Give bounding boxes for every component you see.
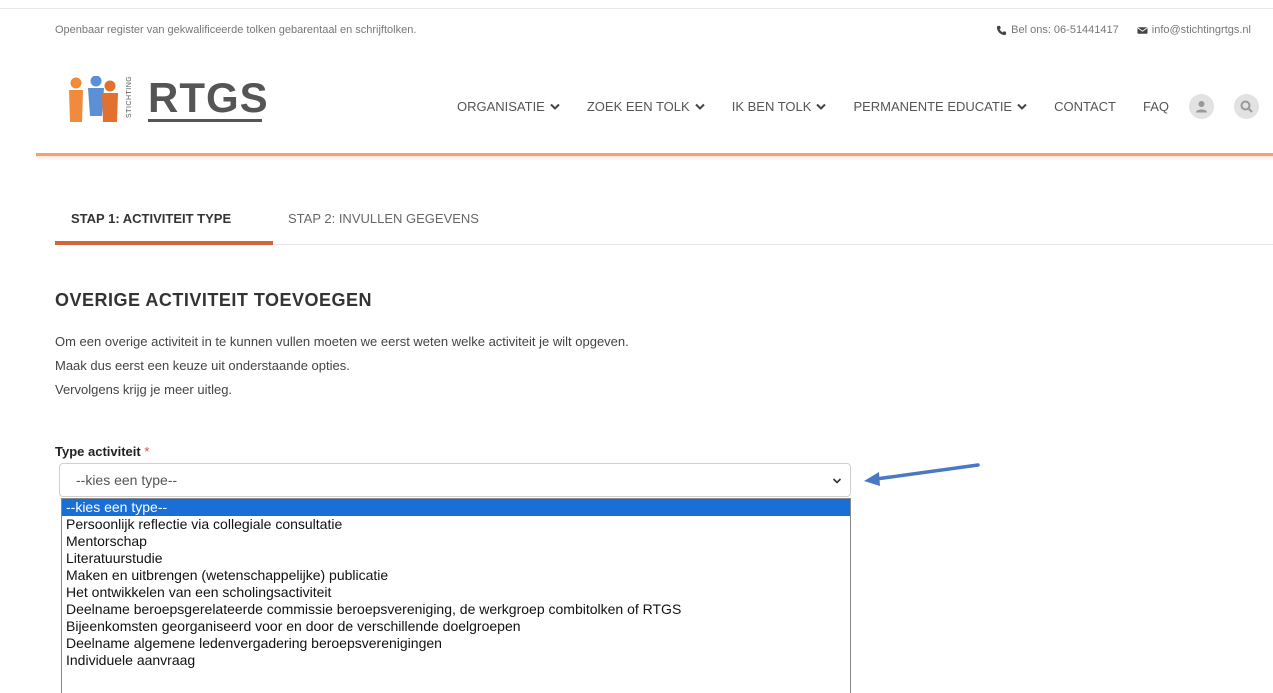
envelope-icon <box>1137 26 1148 34</box>
select-value: --kies een type-- <box>76 472 178 488</box>
nav-item-faq[interactable]: FAQ <box>1143 99 1169 114</box>
type-activiteit-options: --kies een type-- Persoonlijk reflectie … <box>61 498 851 693</box>
required-marker: * <box>144 444 150 459</box>
nav-item-permanente-educatie[interactable]: PERMANENTE EDUCATIE <box>853 99 1027 114</box>
chevron-down-icon <box>550 103 560 110</box>
step-tabs: STAP 1: ACTIVITEIT TYPE STAP 2: INVULLEN… <box>55 210 1273 245</box>
tab-stap-2[interactable]: STAP 2: INVULLEN GEGEVENS <box>288 210 479 228</box>
chevron-down-icon <box>694 103 705 110</box>
option-item[interactable]: Deelname algemene ledenvergadering beroe… <box>62 635 850 652</box>
chevron-down-icon <box>1017 103 1027 110</box>
chevron-down-icon <box>832 478 842 484</box>
nav-item-zoek-een-tolk[interactable]: ZOEK EEN TOLK <box>587 99 705 114</box>
phone-link[interactable]: Bel ons: 06-51441417 <box>996 24 1119 36</box>
phone-icon <box>997 25 1007 35</box>
page-title: OVERIGE ACTIVITEIT TOEVOEGEN <box>55 290 373 310</box>
nav-label: IK BEN TOLK <box>731 99 812 114</box>
option-item[interactable]: Literatuurstudie <box>62 550 850 567</box>
intro-line: Maak dus eerst een keuze uit onderstaand… <box>55 358 350 373</box>
option-item[interactable]: Mentorschap <box>62 533 850 550</box>
active-tab-indicator <box>55 241 273 245</box>
type-activiteit-select[interactable]: --kies een type-- <box>59 463 851 497</box>
nav-item-contact[interactable]: CONTACT <box>1054 99 1116 114</box>
intro-line: Vervolgens krijg je meer uitleg. <box>55 382 233 397</box>
nav-label: ZOEK EEN TOLK <box>586 99 690 114</box>
email-link[interactable]: info@stichtingrtgs.nl <box>1137 24 1251 36</box>
annotation-arrow-icon <box>864 463 980 486</box>
user-icon <box>1196 101 1207 113</box>
logo-text: RTGS <box>148 74 269 121</box>
nav-item-ik-ben-tolk[interactable]: IK BEN TOLK <box>732 99 827 114</box>
nav-item-organisatie[interactable]: ORGANISATIE <box>457 99 560 114</box>
option-item[interactable]: Maken en uitbrengen (wetenschappelijke) … <box>62 567 850 584</box>
chevron-down-icon <box>816 103 827 110</box>
option-item[interactable]: Het ontwikkelen van een scholingsactivit… <box>62 584 850 601</box>
nav-label: PERMANENTE EDUCATIE <box>853 99 1013 114</box>
email-label: info@stichtingrtgs.nl <box>1151 24 1251 36</box>
rtgs-logo[interactable]: STICHTING RTGS <box>66 74 269 126</box>
nav-label: ORGANISATIE <box>456 99 545 114</box>
top-divider <box>0 8 1273 9</box>
tab-stap-1[interactable]: STAP 1: ACTIVITEIT TYPE <box>71 210 231 228</box>
intro-line: Om een overige activiteit in te kunnen v… <box>55 334 629 349</box>
nav-label: FAQ <box>1142 99 1169 114</box>
intro-text: Om een overige activiteit in te kunnen v… <box>55 330 629 402</box>
type-activiteit-label: Type activiteit * <box>55 444 149 459</box>
nav-label: CONTACT <box>1054 99 1116 114</box>
option-item[interactable]: Bijeenkomsten georganiseerd voor en door… <box>62 618 850 635</box>
tagline: Openbaar register van gekwalificeerde to… <box>55 24 417 36</box>
account-button[interactable] <box>1189 94 1214 119</box>
header-shadow <box>36 156 1273 160</box>
option-item[interactable]: --kies een type-- <box>62 499 850 516</box>
topbar-contact: Bel ons: 06-51441417 info@stichtingrtgs.… <box>996 24 1251 36</box>
option-item[interactable]: Persoonlijk reflectie via collegiale con… <box>62 516 850 533</box>
option-item[interactable]: Deelname beroepsgerelateerde commissie b… <box>62 601 850 618</box>
label-text: Type activiteit <box>55 444 141 459</box>
main-nav: ORGANISATIE ZOEK EEN TOLK IK BEN TOLK PE… <box>457 94 1259 119</box>
phone-label: Bel ons: 06-51441417 <box>1011 24 1119 36</box>
search-button[interactable] <box>1234 94 1259 119</box>
option-item[interactable]: Individuele aanvraag <box>62 652 850 669</box>
logo-underline <box>148 119 262 122</box>
logo-figures-icon <box>69 75 118 122</box>
logo-subtext: STICHTING <box>126 75 133 118</box>
search-icon <box>1240 100 1253 113</box>
